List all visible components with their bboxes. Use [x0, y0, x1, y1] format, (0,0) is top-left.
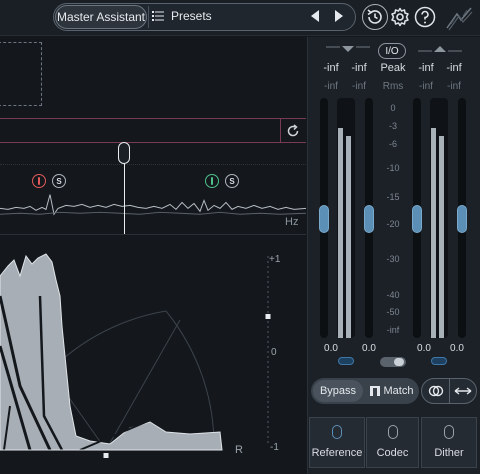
output-left-fader[interactable] — [412, 205, 422, 233]
history-button[interactable] — [362, 4, 388, 30]
db-scale-15: -15 — [386, 192, 400, 202]
band2-toggle[interactable] — [205, 174, 219, 188]
codec-button[interactable]: Codec — [366, 417, 419, 468]
codec-led-icon — [387, 425, 398, 439]
band1-solo-button[interactable]: S — [52, 174, 66, 188]
arrow-left-icon[interactable] — [310, 10, 320, 22]
input-left-level — [338, 128, 343, 338]
bypass-button[interactable]: Bypass — [313, 380, 363, 402]
codec-label: Codec — [376, 447, 409, 459]
band2-solo-button[interactable]: S — [225, 174, 239, 188]
output-right-value[interactable]: 0.0 — [446, 343, 468, 354]
scale-minus-one: -1 — [270, 442, 279, 453]
db-scale-6: -6 — [388, 139, 397, 149]
target-curve-lane[interactable] — [0, 118, 306, 143]
gain-match-toggle[interactable] — [380, 357, 406, 367]
swap-button[interactable] — [452, 383, 474, 399]
peak-label: Peak — [380, 62, 406, 74]
hz-unit-label: Hz — [285, 216, 299, 228]
db-scale-inf: -inf — [386, 325, 400, 335]
presets-button[interactable]: Presets — [171, 9, 212, 23]
scale-zero: 0 — [271, 347, 277, 358]
spectrum-graph — [0, 194, 306, 235]
db-scale-40: -40 — [386, 290, 400, 300]
input-right-rms: -inf — [352, 81, 366, 92]
input-left-rms: -inf — [324, 81, 338, 92]
reset-button[interactable] — [280, 119, 304, 142]
db-scale-10: -10 — [386, 163, 400, 173]
output-gain-arrow-icon — [418, 46, 462, 52]
vectorscope — [0, 253, 271, 458]
output-left-peak: -inf — [418, 62, 434, 74]
reference-button[interactable]: Reference — [309, 417, 365, 468]
mono-button[interactable] — [426, 383, 446, 399]
input-link-icon[interactable] — [338, 357, 354, 365]
settings-button[interactable] — [388, 5, 412, 29]
logo-icon — [446, 7, 473, 31]
band1-toggle[interactable] — [32, 174, 46, 188]
right-channel-label: R — [235, 444, 243, 456]
output-right-level — [439, 136, 444, 338]
help-button[interactable] — [413, 5, 437, 29]
swap-arrows-icon — [454, 387, 472, 395]
list-icon — [152, 11, 164, 21]
band2-solo-label: S — [229, 176, 235, 186]
output-left-value[interactable]: 0.0 — [413, 343, 435, 354]
db-scale-20: -20 — [386, 219, 400, 229]
dither-button[interactable]: Dither — [421, 417, 477, 468]
reference-led-icon — [332, 425, 342, 439]
db-scale-3: -3 — [388, 121, 397, 131]
dither-label: Dither — [434, 447, 464, 459]
band1-solo-label: S — [56, 176, 62, 186]
toolbar-divider — [148, 6, 149, 28]
reset-icon — [287, 123, 298, 136]
band-indicator-icon — [38, 177, 40, 185]
band-indicator-icon — [211, 177, 213, 185]
reference-label: Reference — [311, 447, 363, 459]
match-icon — [369, 386, 380, 396]
history-icon — [367, 9, 382, 24]
gear-icon — [391, 7, 409, 27]
input-gain-arrow-icon — [326, 46, 370, 52]
db-scale-0: 0 — [390, 103, 396, 113]
db-scale-30: -30 — [386, 254, 400, 264]
input-right-level — [346, 136, 351, 338]
input-right-value[interactable]: 0.0 — [358, 343, 380, 354]
master-assistant-button[interactable]: Master Assistant — [55, 5, 147, 29]
input-right-peak: -inf — [351, 62, 367, 74]
rms-label: Rms — [382, 81, 404, 92]
input-left-fader[interactable] — [319, 205, 329, 233]
output-right-fader[interactable] — [457, 205, 467, 233]
output-left-rms: -inf — [419, 81, 433, 92]
match-label: Match — [383, 385, 414, 397]
selection-region[interactable] — [0, 42, 42, 106]
match-button[interactable]: Match — [365, 380, 417, 402]
output-left-level — [431, 128, 436, 338]
help-icon — [414, 6, 436, 28]
input-left-value[interactable]: 0.0 — [320, 343, 342, 354]
input-right-fader[interactable] — [364, 205, 374, 233]
output-right-rms: -inf — [447, 81, 461, 92]
mono-icon — [428, 385, 444, 397]
io-link-button[interactable]: I/O — [378, 43, 406, 59]
eq-band-lane[interactable] — [0, 143, 306, 165]
stereo-divider — [449, 378, 450, 404]
crossover-handle[interactable] — [118, 142, 130, 164]
input-left-peak: -inf — [323, 62, 339, 74]
dither-led-icon — [444, 425, 454, 439]
db-scale-50: -50 — [386, 307, 400, 317]
output-link-icon[interactable] — [431, 357, 447, 365]
arrow-right-icon[interactable] — [334, 10, 344, 22]
output-right-peak: -inf — [446, 62, 462, 74]
scale-plus-one: +1 — [269, 254, 281, 265]
